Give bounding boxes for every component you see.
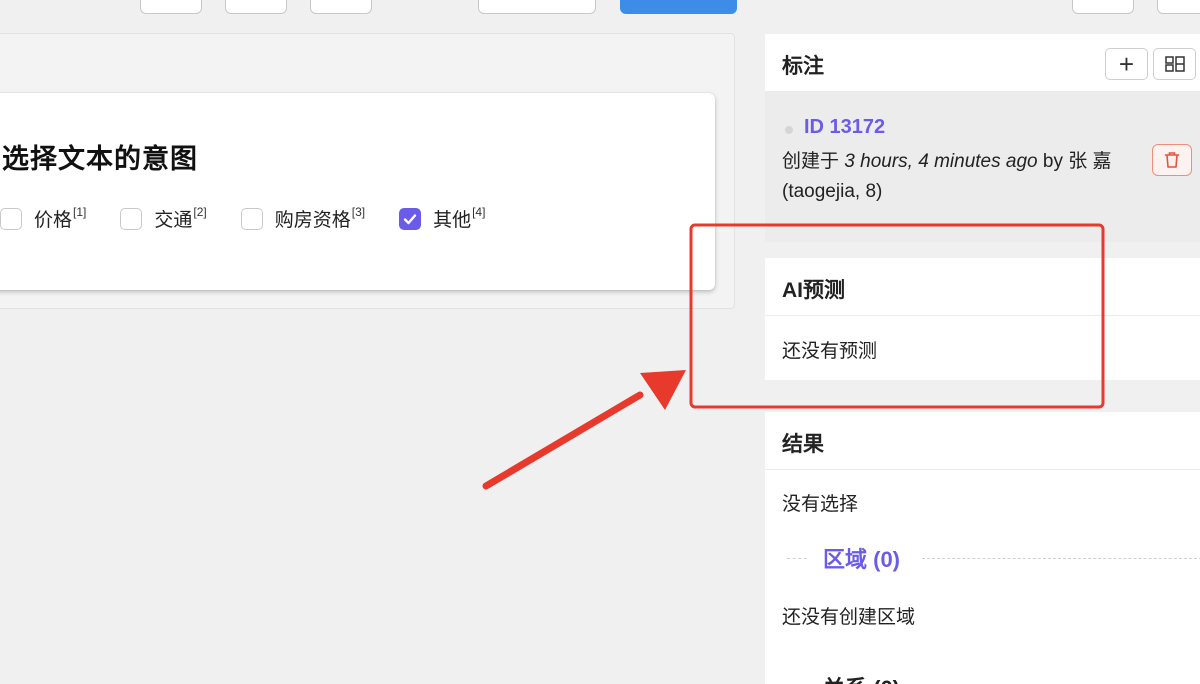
choice-label: 价格 xyxy=(34,210,73,231)
divider-line xyxy=(787,557,807,559)
checkbox-other[interactable] xyxy=(399,207,422,230)
plus-icon: + xyxy=(1118,49,1135,79)
choice-traffic[interactable]: 交通 [2] xyxy=(120,204,207,232)
results-empty: 没有选择 xyxy=(782,494,859,515)
sidebar: 标注 + ID 13172 创建于 3 hours, 4 minutes ago… xyxy=(765,34,1200,684)
hotkey-hint: [3] xyxy=(351,204,366,219)
by-text: by xyxy=(1042,151,1063,172)
predictions-title: AI预测 xyxy=(782,279,845,302)
layout-toggle-button[interactable] xyxy=(1153,48,1196,80)
relations-label[interactable]: 关系 (0) xyxy=(823,671,900,684)
hotkey-hint: [2] xyxy=(193,204,207,219)
regions-empty: 还没有创建区域 xyxy=(782,607,916,628)
predictions-empty: 还没有预测 xyxy=(782,341,878,362)
checkbox-purchase-eligibility[interactable] xyxy=(240,207,263,230)
annotations-title: 标注 xyxy=(782,55,824,78)
created-prefix: 创建于 xyxy=(782,151,840,172)
checkbox-price[interactable] xyxy=(0,207,22,230)
annotation-item[interactable]: ID 13172 创建于 3 hours, 4 minutes ago by 张… xyxy=(765,92,1200,242)
toolbar-button-1[interactable] xyxy=(140,0,202,14)
divider-line xyxy=(922,557,1200,559)
task-title: 选择文本的意图 xyxy=(2,144,198,174)
choice-price[interactable]: 价格 [1] xyxy=(0,205,86,232)
regions-divider: 区域 (0) xyxy=(787,543,1200,573)
choice-label: 购房资格 xyxy=(274,210,351,231)
checkbox-traffic[interactable] xyxy=(120,207,143,230)
results-header: 结果 xyxy=(765,412,1200,470)
results-section: 结果 没有选择 区域 (0) 还没有创建区域 关系 (0) xyxy=(765,412,1200,684)
created-time: 3 hours, 4 minutes ago xyxy=(844,151,1038,172)
hotkey-hint: [1] xyxy=(73,204,87,219)
add-annotation-button[interactable]: + xyxy=(1105,48,1148,80)
choice-group: 价格 [1] 交通 [2] 购房资格 [3] 其他 [4] xyxy=(0,205,519,232)
top-toolbar xyxy=(0,0,1200,14)
hotkey-hint: [4] xyxy=(472,204,486,219)
toolbar-button-5[interactable] xyxy=(1072,0,1134,14)
delete-annotation-button[interactable] xyxy=(1152,144,1192,176)
callout-arrow-icon xyxy=(482,370,686,490)
relations-divider: 关系 (0) xyxy=(787,672,1200,684)
annotation-meta: 创建于 3 hours, 4 minutes ago by 张 嘉 (taoge… xyxy=(782,147,1132,207)
toolbar-button-4[interactable] xyxy=(478,0,596,14)
trash-icon xyxy=(1164,152,1180,168)
toolbar-button-2[interactable] xyxy=(225,0,287,14)
author-name: 张 嘉 xyxy=(1068,151,1112,172)
annotation-id: ID 13172 xyxy=(804,116,886,138)
labeling-page: 选择文本的意图 价格 [1] 交通 [2] 购房资格 [3] 其他 [4] 标注… xyxy=(0,0,1200,684)
choice-label: 其他 xyxy=(433,210,472,231)
grid-layout-icon xyxy=(1164,56,1185,72)
choice-label: 交通 xyxy=(154,210,193,231)
choice-other[interactable]: 其他 [4] xyxy=(399,205,485,232)
status-dot xyxy=(785,126,793,134)
results-title: 结果 xyxy=(782,433,824,456)
predictions-section: AI预测 还没有预测 xyxy=(765,258,1200,380)
task-card: 选择文本的意图 价格 [1] 交通 [2] 购房资格 [3] 其他 [4] xyxy=(0,93,715,290)
toolbar-button-3[interactable] xyxy=(310,0,372,14)
annotations-header: 标注 + xyxy=(765,34,1200,92)
predictions-header: AI预测 xyxy=(765,258,1200,316)
regions-label[interactable]: 区域 (0) xyxy=(823,542,900,574)
toolbar-button-6[interactable] xyxy=(1157,0,1200,14)
choice-purchase-eligibility[interactable]: 购房资格 [3] xyxy=(240,204,366,232)
submit-button[interactable] xyxy=(620,0,737,14)
author-detail: (taogejia, 8) xyxy=(782,181,883,202)
check-icon xyxy=(403,213,417,224)
